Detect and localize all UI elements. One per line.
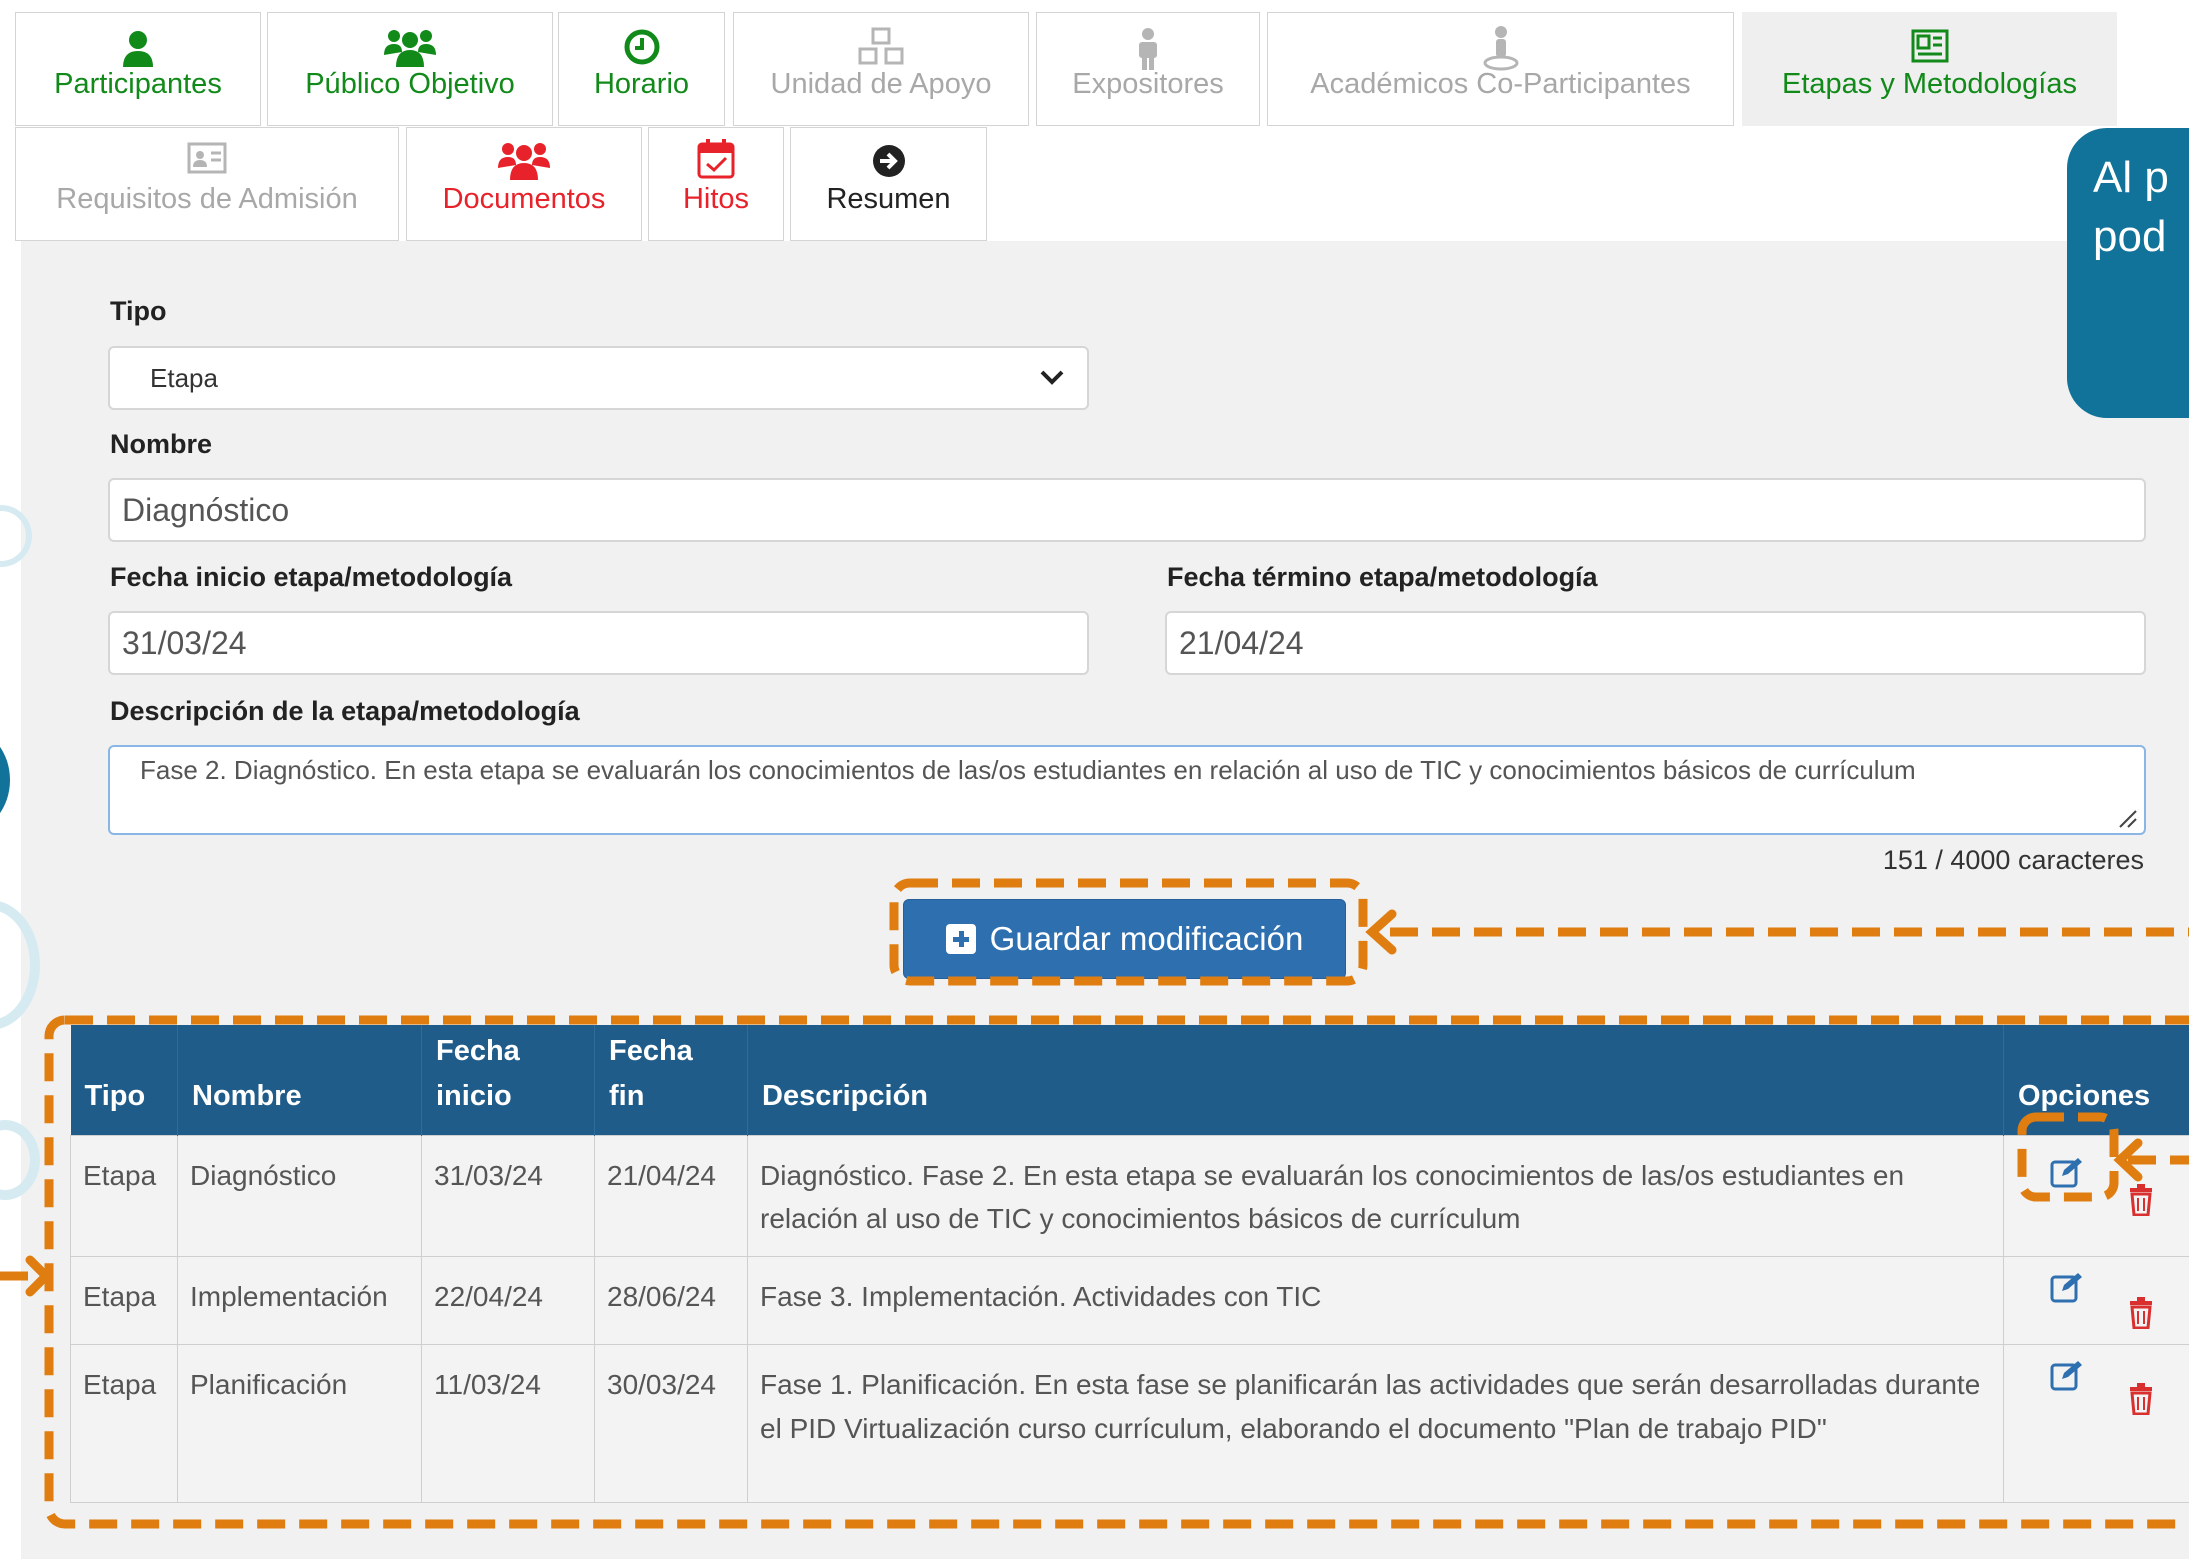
character-counter: 151 / 4000 caracteres [1882,845,2144,875]
cell-opciones [2003,1344,2189,1504]
tab-label: Participantes [54,68,222,100]
col-header-opciones: Opciones [2003,1025,2189,1135]
tab-label: Resumen [826,183,951,215]
edit-icon[interactable] [2050,1271,2084,1303]
tab-publico-objetivo[interactable]: Público Objetivo [267,12,553,126]
cell-nombre: Planificación [177,1344,422,1504]
tab-participantes[interactable]: Participantes [15,12,261,126]
cell-fecha-inicio: 31/03/24 [421,1134,595,1258]
trash-icon[interactable] [2128,1183,2154,1216]
cell-tipo: Etapa [70,1256,178,1346]
tab-label: Horario [593,68,690,100]
tipo-label: Tipo [110,296,167,326]
callout-line-1: Al p [2093,153,2169,202]
tab-etapas-y-metodologias[interactable]: Etapas y Metodologías [1742,12,2117,126]
tipo-select-value: Etapa [150,362,218,393]
cell-opciones [2003,1256,2189,1346]
col-header-tipo: Tipo [70,1025,178,1135]
fecha-inicio-label: Fecha inicio etapa/metodología [110,562,513,592]
tab-label: Unidad de Apoyo [770,68,992,100]
tab-resumen[interactable]: Resumen [790,127,987,241]
user-icon [123,31,153,67]
tab-unidad-de-apoyo[interactable]: Unidad de Apoyo [733,12,1029,126]
fecha-termino-label: Fecha término etapa/metodología [1167,562,1598,592]
table-row: Etapa Implementación 22/04/24 28/06/24 F… [70,1256,2189,1346]
save-button-label: Guardar modificación [989,920,1304,957]
instruction-callout: Al p pod [2067,128,2189,418]
cell-tipo: Etapa [70,1134,178,1258]
cell-opciones [2003,1134,2189,1258]
cell-fecha-fin: 30/03/24 [594,1344,748,1504]
tab-requisitos-de-admision[interactable]: Requisitos de Admisión [15,127,399,241]
descripcion-text: Fase 2. Diagnóstico. En esta etapa se ev… [140,755,1916,785]
cubes-icon [858,27,904,65]
fecha-termino-input[interactable]: 21/04/24 [1165,611,2146,675]
cell-nombre: Implementación [177,1256,422,1346]
stages-table: Tipo Nombre Fecha inicio Fecha fin Descrip… [70,1025,2189,1504]
cell-fecha-inicio: 11/03/24 [421,1344,595,1504]
tab-documentos[interactable]: Documentos [406,127,642,241]
callout-line-2: pod [2093,212,2167,262]
fecha-inicio-input[interactable]: 31/03/24 [108,611,1089,675]
newspaper-icon [1911,29,1948,63]
col-header-fecha-inicio: Fecha inicio [421,1025,595,1135]
tab-horario[interactable]: Horario [558,12,725,126]
table-row: Etapa Diagnóstico 31/03/24 21/04/24 Diag… [70,1134,2189,1258]
tab-label: Documentos [442,183,606,215]
trash-icon[interactable] [2128,1297,2154,1330]
presenter-icon [1139,28,1157,70]
edit-icon[interactable] [2050,1156,2084,1188]
arrow-circle-icon [872,145,905,177]
tipo-select[interactable]: Etapa [108,346,1089,410]
col-header-nombre: Nombre [177,1025,422,1135]
plus-square-icon [945,924,976,954]
calendar-check-icon [697,139,735,179]
resize-handle-icon[interactable] [2116,807,2138,829]
cell-descripcion: Fase 1. Planificación. En esta fase se p… [747,1344,2004,1504]
id-card-icon [187,142,227,174]
cell-nombre: Diagnóstico [177,1134,422,1258]
person-pin-icon [1483,26,1518,71]
cell-fecha-inicio: 22/04/24 [421,1256,595,1346]
table-row: Etapa Planificación 11/03/24 30/03/24 Fa… [70,1344,2189,1504]
table-header-row: Tipo Nombre Fecha inicio Fecha fin Descrip… [70,1025,2189,1135]
cell-descripcion: Diagnóstico. Fase 2. En esta etapa se ev… [747,1134,2004,1258]
nombre-input[interactable]: Diagnóstico [108,478,2146,542]
cell-descripcion: Fase 3. Implementación. Actividades con … [747,1256,2004,1346]
tab-label: Etapas y Metodologías [1781,68,2077,100]
trash-icon[interactable] [2128,1383,2154,1416]
tab-academicos-co-participantes[interactable]: Académicos Co-Participantes [1267,12,1734,126]
tab-hitos[interactable]: Hitos [648,127,784,241]
edit-icon[interactable] [2050,1359,2084,1391]
cell-fecha-fin: 28/06/24 [594,1256,748,1346]
save-modification-button[interactable]: Guardar modificación [903,899,1346,979]
cell-fecha-fin: 21/04/24 [594,1134,748,1258]
tab-label: Académicos Co-Participantes [1310,68,1691,100]
tab-label: Público Objetivo [305,68,515,100]
users-icon [384,30,436,67]
decorative-circle [0,730,10,830]
tab-label: Requisitos de Admisión [56,183,358,215]
chevron-down-icon [1040,370,1064,385]
clock-icon [624,29,659,65]
cell-tipo: Etapa [70,1344,178,1504]
descripcion-label: Descripción de la etapa/metodología [110,696,580,726]
tab-label: Expositores [1072,68,1224,100]
descripcion-textarea[interactable]: Fase 2. Diagnóstico. En esta etapa se ev… [108,745,2146,835]
col-header-descripcion: Descripción [747,1025,2004,1135]
users-icon [498,143,550,180]
nombre-label: Nombre [110,429,213,459]
col-header-fecha-fin: Fecha fin [594,1025,748,1135]
tab-label: Hitos [682,183,750,215]
tab-expositores[interactable]: Expositores [1036,12,1260,126]
